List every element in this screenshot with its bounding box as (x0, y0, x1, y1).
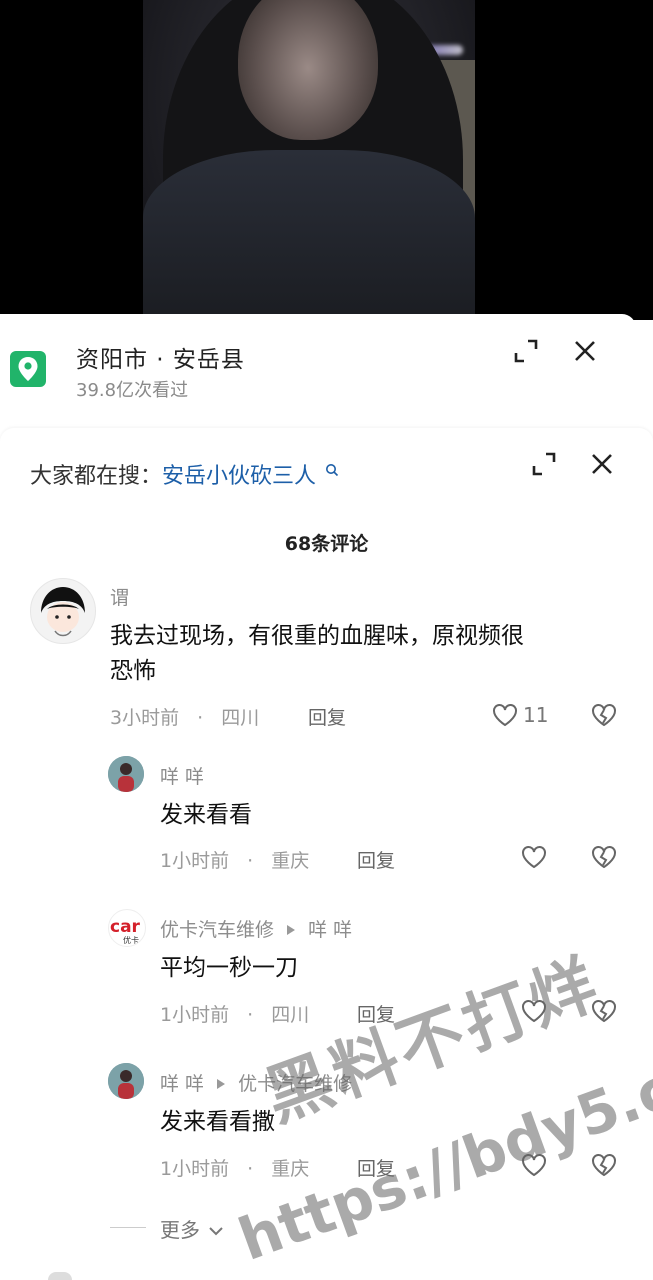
avatar[interactable] (108, 1063, 144, 1099)
comment-text: 我去过现场，有很重的血腥味，原视频很 恐怖 (110, 619, 630, 689)
avatar[interactable] (30, 578, 96, 644)
commenter-name[interactable]: 谓 (110, 583, 129, 610)
avatar-logo-subtext: 优卡 (123, 935, 139, 945)
divider (110, 1227, 146, 1228)
reply-meta: 1小时前 · 重庆 (160, 846, 309, 873)
video-player[interactable] (0, 0, 653, 320)
avatar[interactable] (108, 756, 144, 792)
reply-author[interactable]: 咩 咩 (160, 762, 204, 789)
meta-separator: · (247, 1004, 254, 1026)
comment-meta: 3小时前 · 四川 (110, 703, 259, 730)
search-icon (325, 458, 339, 483)
video-frame (143, 0, 475, 316)
avatar-logo-text: car (110, 917, 141, 937)
broken-heart-icon[interactable] (588, 699, 620, 731)
more-replies-button[interactable]: 更多 (160, 1214, 224, 1243)
comment-text-line: 我去过现场，有很重的血腥味，原视频很 (110, 623, 524, 649)
reply-time: 1小时前 (160, 850, 230, 872)
comment-time: 3小时前 (110, 707, 180, 729)
reply-author-line: 优卡汽车维修 咩 咩 (160, 915, 352, 942)
reply-button[interactable]: 回复 (308, 703, 346, 730)
triangle-arrow-icon (286, 919, 296, 941)
search-suggestion[interactable]: 大家都在搜：安岳小伙砍三人 (30, 458, 339, 490)
reply-time: 1小时前 (160, 1004, 230, 1026)
broken-heart-icon[interactable] (588, 841, 620, 873)
more-label: 更多 (160, 1218, 200, 1242)
reply-region: 四川 (271, 1004, 310, 1026)
broken-heart-icon[interactable] (588, 1149, 620, 1181)
reply-target[interactable]: 咩 咩 (308, 919, 352, 941)
reply-text: 平均一秒一刀 (160, 955, 298, 981)
reply-region: 重庆 (271, 850, 310, 872)
avatar[interactable]: car 优卡 (108, 909, 146, 947)
comment-text-line: 恐怖 (110, 658, 156, 684)
chevron-down-icon (208, 1218, 224, 1242)
reply-time: 1小时前 (160, 1158, 230, 1180)
reply-meta: 1小时前 · 重庆 (160, 1154, 309, 1181)
expand-icon[interactable] (509, 334, 543, 368)
comments-count: 68条评论 (284, 533, 369, 555)
video-person-body (143, 150, 475, 316)
like-count: 11 (523, 703, 549, 727)
reply-region: 重庆 (271, 1158, 310, 1180)
close-icon[interactable] (585, 447, 619, 481)
next-comment-avatar (48, 1272, 72, 1280)
heart-icon[interactable] (489, 699, 521, 731)
reply-author[interactable]: 咩 咩 (160, 1073, 204, 1095)
expand-icon[interactable] (527, 447, 561, 481)
video-person-face (238, 0, 378, 140)
meta-separator: · (247, 1158, 254, 1180)
location-pin-icon (10, 351, 46, 387)
location-title[interactable]: 资阳市 · 安岳县 (76, 340, 245, 374)
comment-region: 四川 (221, 707, 260, 729)
reply-button[interactable]: 回复 (357, 846, 395, 873)
reply-text: 发来看看撒 (160, 1109, 275, 1135)
heart-icon[interactable] (518, 841, 550, 873)
close-icon[interactable] (568, 334, 602, 368)
meta-separator: · (197, 707, 204, 729)
location-views: 39.8亿次看过 (76, 380, 189, 401)
reply-text: 发来看看 (160, 802, 252, 828)
search-prefix: 大家都在搜： (30, 464, 163, 489)
reply-author[interactable]: 优卡汽车维修 (160, 919, 274, 941)
meta-separator: · (247, 850, 254, 872)
triangle-arrow-icon (216, 1073, 226, 1095)
reply-meta: 1小时前 · 四川 (160, 1000, 309, 1027)
search-term[interactable]: 安岳小伙砍三人 (162, 464, 316, 489)
